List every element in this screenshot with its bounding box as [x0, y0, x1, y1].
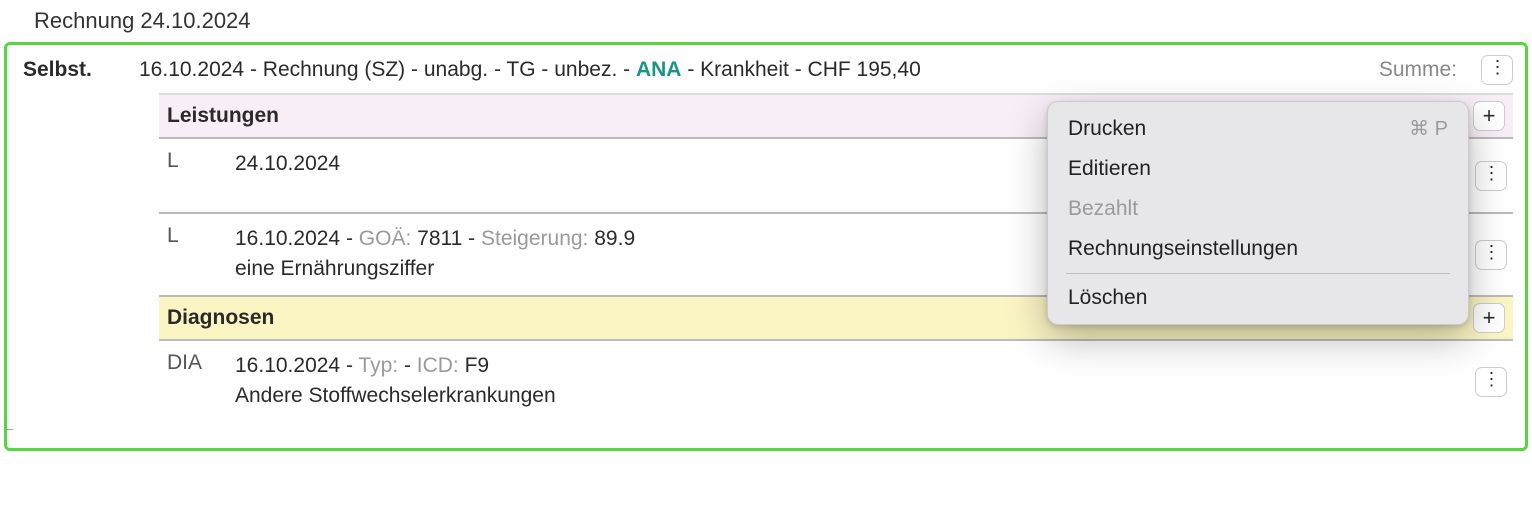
menu-item-label: Drucken [1068, 117, 1146, 141]
steigerung-value: 89.9 [594, 227, 635, 250]
menu-item-edit[interactable]: Editieren [1056, 149, 1460, 189]
menu-item-paid: Bezahlt [1056, 189, 1460, 229]
row-date: 16.10.2024 [235, 354, 340, 377]
goa-value: 7811 [417, 227, 462, 250]
payer-label: Selbst. [23, 58, 139, 82]
page-title: Rechnung 24.10.2024 [34, 8, 1528, 34]
menu-item-label: Bezahlt [1068, 197, 1138, 221]
plus-icon: + [1483, 105, 1496, 127]
invoice-status2: TG [506, 58, 535, 81]
diagnose-row: DIA 16.10.2024 - Typ: - ICD: F9 Andere S… [159, 341, 1513, 422]
row-date: 24.10.2024 [235, 152, 340, 175]
invoice-status1: unabg. [424, 58, 488, 81]
row-date: 16.10.2024 [235, 227, 340, 250]
collapse-button[interactable]: – [5, 420, 13, 436]
invoice-amount: CHF 195,40 [808, 58, 921, 81]
row-description: Andere Stoffwechselerkrankungen [235, 384, 556, 407]
goa-label: GOÄ: [359, 227, 412, 250]
menu-separator [1066, 273, 1450, 274]
row-body: 16.10.2024 - Typ: - ICD: F9 Andere Stoff… [235, 351, 1505, 410]
menu-item-label: Editieren [1068, 157, 1151, 181]
icd-value: F9 [465, 354, 490, 377]
menu-item-print[interactable]: Drucken ⌘ P [1056, 108, 1460, 149]
icd-label: ICD: [417, 354, 459, 377]
invoice-reason: Krankheit [700, 58, 789, 81]
add-diagnose-button[interactable]: + [1473, 303, 1505, 333]
context-menu: Drucken ⌘ P Editieren Bezahlt Rechnungse… [1047, 101, 1469, 325]
sum-label: Summe: [1379, 58, 1481, 82]
row-tag: L [167, 149, 235, 178]
menu-shortcut: ⌘ P [1409, 116, 1448, 141]
invoice-code: ANA [636, 58, 682, 81]
add-leistung-button[interactable]: + [1473, 101, 1505, 131]
typ-label: Typ: [358, 354, 398, 377]
invoice-panel: Selbst. 16.10.2024 - Rechnung (SZ) - una… [4, 42, 1528, 451]
plus-icon: + [1483, 307, 1496, 329]
invoice-menu-button[interactable]: ⋮ [1481, 55, 1513, 85]
row-tag: DIA [167, 351, 235, 410]
steigerung-label: Steigerung: [481, 227, 588, 250]
invoice-summary-line: 16.10.2024 - Rechnung (SZ) - unabg. - TG… [139, 58, 1379, 82]
invoice-status3: unbez. [554, 58, 617, 81]
invoice-header-row: Selbst. 16.10.2024 - Rechnung (SZ) - una… [19, 55, 1513, 93]
menu-item-delete[interactable]: Löschen [1056, 278, 1460, 318]
invoice-type: Rechnung (SZ) [263, 58, 405, 81]
menu-item-label: Rechnungseinstellungen [1068, 237, 1298, 261]
row-description: eine Ernährungsziffer [235, 257, 434, 280]
row-menu-button[interactable]: ⋮ [1475, 161, 1507, 191]
menu-item-label: Löschen [1068, 286, 1147, 310]
menu-item-settings[interactable]: Rechnungseinstellungen [1056, 229, 1460, 269]
row-menu-button[interactable]: ⋮ [1475, 240, 1507, 270]
row-tag: L [167, 224, 235, 283]
invoice-date: 16.10.2024 [139, 58, 244, 81]
row-menu-button[interactable]: ⋮ [1475, 367, 1507, 397]
